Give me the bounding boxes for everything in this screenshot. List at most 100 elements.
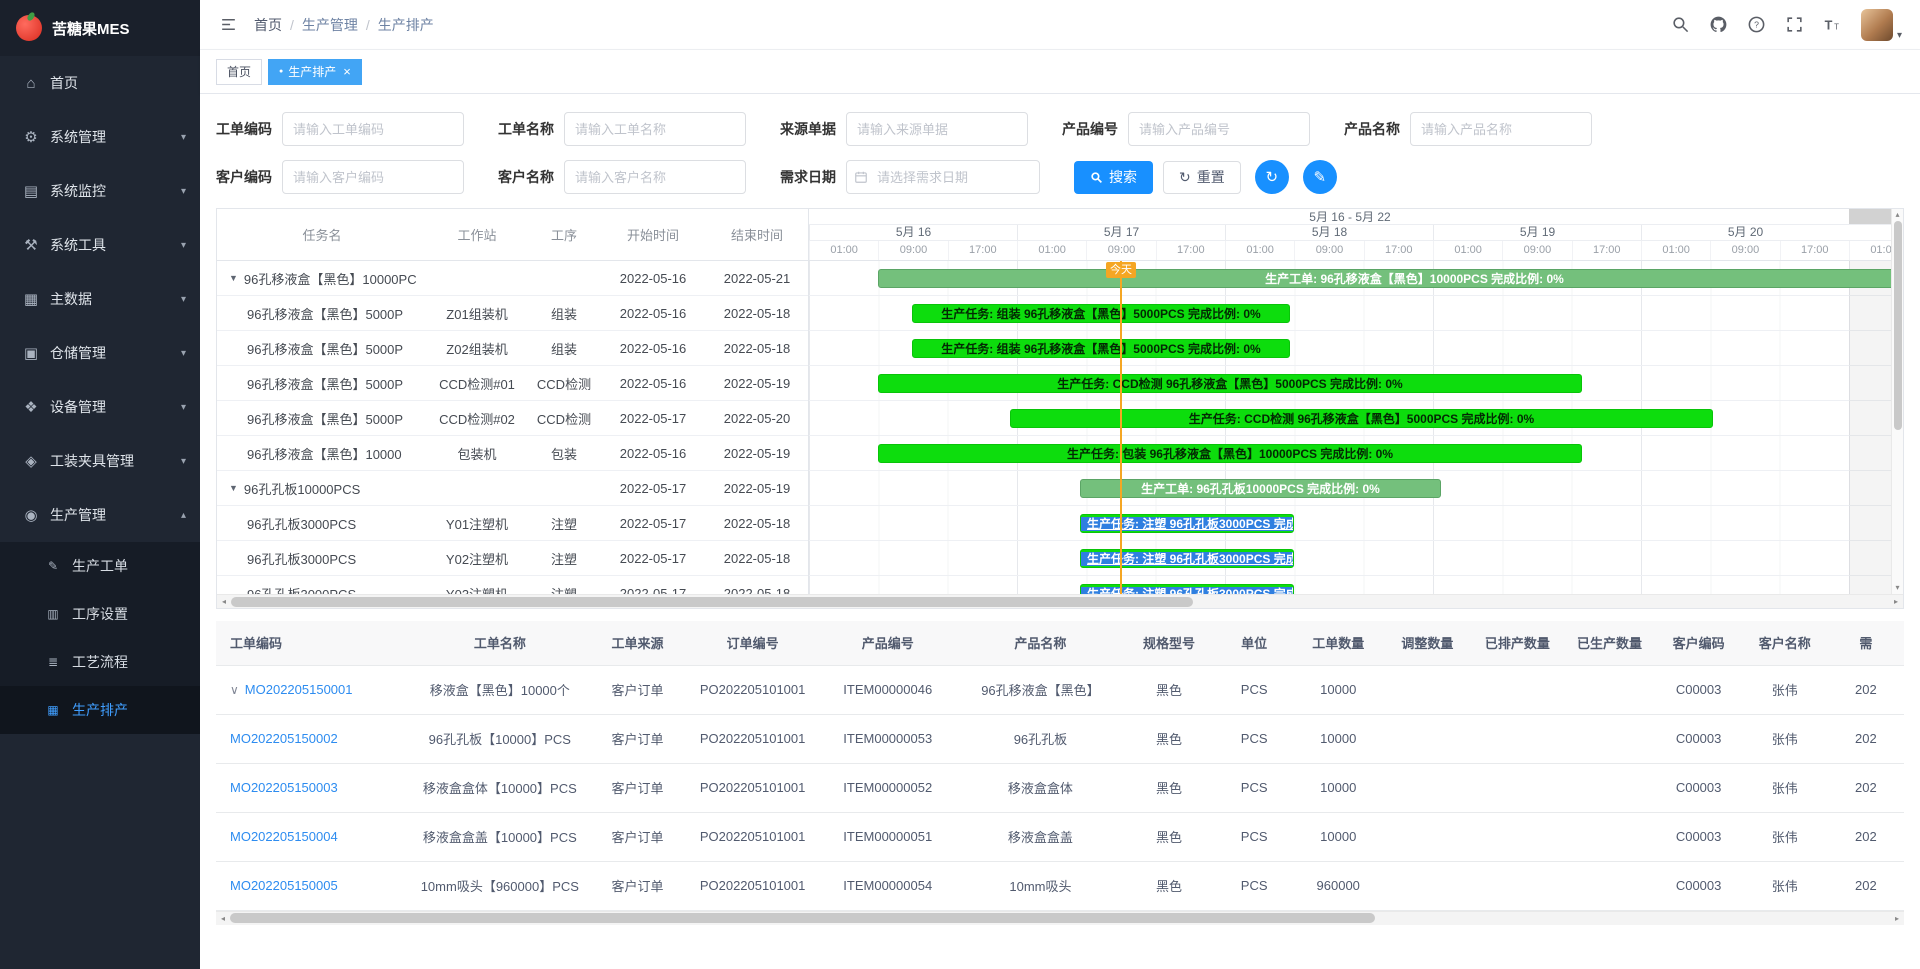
fullscreen-icon[interactable] — [1785, 15, 1805, 35]
text-input[interactable] — [282, 112, 464, 146]
order-code-link[interactable]: MO202205150002 — [230, 731, 338, 746]
task-cell: 包装机 — [427, 444, 527, 463]
filter-row-2-fields: 客户编码客户名称需求日期 — [216, 160, 1074, 194]
search-icon[interactable] — [1671, 15, 1691, 35]
sidebar-item[interactable]: ⌂首页 — [0, 56, 200, 110]
date-input[interactable] — [846, 160, 1040, 194]
order-code-link[interactable]: MO202205150001 — [245, 682, 353, 697]
gantt-task-row[interactable]: 96孔孔板3000PCSY03注塑机注塑2022-05-172022-05-18 — [217, 576, 808, 594]
gantt-task-row[interactable]: 96孔移液盒【黑色】5000PZ02组装机组装2022-05-162022-05… — [217, 331, 808, 366]
gantt-bar[interactable]: 生产任务: 注塑 96孔孔板3000PCS 完成 — [1080, 549, 1294, 568]
gantt-bar[interactable]: 生产任务: 组装 96孔移液盒【黑色】5000PCS 完成比例: 0% — [912, 339, 1290, 358]
scrollbar-track[interactable] — [230, 911, 1890, 925]
breadcrumb-item[interactable]: 生产管理 — [302, 15, 358, 35]
gantt-bar[interactable]: 生产任务: 组装 96孔移液盒【黑色】5000PCS 完成比例: 0% — [912, 304, 1290, 323]
sidebar-item[interactable]: ▣仓储管理▾ — [0, 326, 200, 380]
gantt-task-row[interactable]: 96孔移液盒【黑色】5000PZ01组装机组装2022-05-162022-05… — [217, 296, 808, 331]
edit-circle-button[interactable]: ✎ — [1303, 160, 1337, 194]
tab[interactable]: 首页 — [216, 59, 262, 85]
avatar[interactable] — [1861, 9, 1893, 41]
gantt-bar[interactable]: 生产任务: 注塑 96孔孔板3000PCS 完成 — [1080, 514, 1294, 533]
task-cell: 2022-05-17 — [601, 481, 705, 496]
github-icon[interactable] — [1709, 15, 1729, 35]
gantt-timeline-row: 生产任务: CCD检测 96孔移液盒【黑色】5000PCS 完成比例: 0% — [809, 401, 1891, 436]
gantt-vertical-scrollbar[interactable]: ▴ ▾ — [1891, 209, 1903, 594]
text-input[interactable] — [846, 112, 1028, 146]
gantt-task-row[interactable]: ▼96孔移液盒【黑色】10000PC2022-05-162022-05-21 — [217, 261, 808, 296]
app-logo[interactable]: 苦糖果MES — [0, 0, 200, 56]
search-button[interactable]: 搜索 — [1074, 161, 1153, 194]
chevron-down-icon: ▾ — [181, 186, 186, 197]
breadcrumb-item[interactable]: 生产排产 — [378, 15, 434, 35]
orders-column-header: 需 — [1828, 621, 1904, 665]
sidebar-item[interactable]: ⚙系统管理▾ — [0, 110, 200, 164]
tab[interactable]: ●生产排产× — [268, 59, 362, 85]
gantt-task-row[interactable]: 96孔移液盒【黑色】5000PCCD检测#01CCD检测2022-05-1620… — [217, 366, 808, 401]
gantt-task-row[interactable]: 96孔孔板3000PCSY02注塑机注塑2022-05-172022-05-18 — [217, 541, 808, 576]
text-input[interactable] — [564, 160, 746, 194]
sidebar-subitem[interactable]: ≣工艺流程 — [0, 638, 200, 686]
fontsize-icon[interactable]: TT — [1823, 15, 1843, 35]
sidebar-item[interactable]: ⚒系统工具▾ — [0, 218, 200, 272]
gantt-bar[interactable]: 生产任务: CCD检测 96孔移液盒【黑色】5000PCS 完成比例: 0% — [878, 374, 1582, 393]
sidebar-item[interactable]: ◉生产管理▴ — [0, 488, 200, 542]
scrollbar-thumb[interactable] — [231, 597, 1193, 607]
order-code-link[interactable]: MO202205150004 — [230, 829, 338, 844]
breadcrumb-item[interactable]: 首页 — [254, 15, 282, 35]
text-input[interactable] — [1128, 112, 1310, 146]
order-code-link[interactable]: MO202205150005 — [230, 878, 338, 893]
gantt-task-row[interactable]: 96孔移液盒【黑色】5000PCCD检测#02CCD检测2022-05-1720… — [217, 401, 808, 436]
gantt-task-row[interactable]: 96孔移液盒【黑色】10000包装机包装2022-05-162022-05-19 — [217, 436, 808, 471]
gantt-task-row[interactable]: 96孔孔板3000PCSY01注塑机注塑2022-05-172022-05-18 — [217, 506, 808, 541]
scrollbar-thumb[interactable] — [1894, 221, 1902, 430]
scrollbar-track[interactable] — [231, 595, 1889, 609]
sidebar-subitem[interactable]: ✎生产工单 — [0, 542, 200, 590]
sidebar-item[interactable]: ❖设备管理▾ — [0, 380, 200, 434]
gantt-task-row[interactable]: ▼96孔孔板10000PCS2022-05-172022-05-19 — [217, 471, 808, 506]
gantt-range-label: 5月 16 - 5月 22 — [1309, 209, 1390, 225]
order-cell: ITEM00000054 — [818, 861, 958, 910]
caret-down-icon[interactable]: ▼ — [229, 273, 238, 283]
sidebar-subitem[interactable]: ▦生产排产 — [0, 686, 200, 734]
text-input[interactable] — [564, 112, 746, 146]
monitor-icon: ▤ — [20, 182, 42, 200]
sidebar-subitem[interactable]: ▥工序设置 — [0, 590, 200, 638]
sidebar-item[interactable]: ▦主数据▾ — [0, 272, 200, 326]
sidebar-item[interactable]: ◈工装夹具管理▾ — [0, 434, 200, 488]
text-input[interactable] — [282, 160, 464, 194]
caret-down-icon[interactable]: ▼ — [229, 483, 238, 493]
order-code-link[interactable]: MO202205150003 — [230, 780, 338, 795]
sidebar-item-label: 系统监控 — [50, 181, 181, 201]
order-cell: 张伟 — [1742, 861, 1828, 910]
home-icon: ⌂ — [20, 75, 42, 92]
gantt-bar[interactable]: 生产任务: 注塑 96孔孔板3000PCS 完成 — [1080, 584, 1294, 594]
scrollbar-thumb[interactable] — [230, 913, 1375, 923]
scroll-down-icon[interactable]: ▾ — [1895, 582, 1899, 594]
scroll-right-icon[interactable]: ▸ — [1890, 914, 1904, 923]
caret-down-icon[interactable]: ∨ — [230, 683, 239, 697]
orders-horizontal-scrollbar[interactable]: ◂ ▸ — [216, 911, 1904, 925]
gantt-bar[interactable]: 生产任务: 包装 96孔移液盒【黑色】10000PCS 完成比例: 0% — [878, 444, 1582, 463]
scrollbar-track[interactable] — [1894, 221, 1902, 582]
order-cell: 移液盒盒体【10000】PCS — [412, 763, 587, 812]
refresh-circle-button[interactable]: ↻ — [1255, 160, 1289, 194]
order-cell: 客户订单 — [587, 714, 687, 763]
scroll-left-icon[interactable]: ◂ — [216, 914, 230, 923]
gantt-bar[interactable]: 生产工单: 96孔移液盒【黑色】10000PCS 完成比例: 0% — [878, 269, 1891, 288]
scroll-left-icon[interactable]: ◂ — [217, 597, 231, 606]
hamburger-icon[interactable] — [218, 15, 238, 35]
gantt-bar[interactable]: 生产工单: 96孔孔板10000PCS 完成比例: 0% — [1080, 479, 1441, 498]
scroll-right-icon[interactable]: ▸ — [1889, 597, 1903, 606]
scroll-up-icon[interactable]: ▴ — [1895, 209, 1899, 221]
gantt-horizontal-scrollbar[interactable]: ◂ ▸ — [217, 594, 1903, 608]
gantt-day-label: 5月 19 — [1433, 225, 1641, 240]
close-icon[interactable]: × — [343, 64, 351, 79]
table-row: MO20220515000296孔孔板【10000】PCS客户订单PO20220… — [216, 714, 1904, 763]
task-cell: CCD检测#01 — [427, 374, 527, 393]
sidebar-item[interactable]: ▤ 系统监控▾ — [0, 164, 200, 218]
text-input[interactable] — [1410, 112, 1592, 146]
help-icon[interactable]: ? — [1747, 15, 1767, 35]
user-menu[interactable]: ▾ — [1861, 9, 1902, 41]
gantt-bar[interactable]: 生产任务: CCD检测 96孔移液盒【黑色】5000PCS 完成比例: 0% — [1010, 409, 1713, 428]
reset-button[interactable]: ↻ 重置 — [1163, 161, 1241, 194]
